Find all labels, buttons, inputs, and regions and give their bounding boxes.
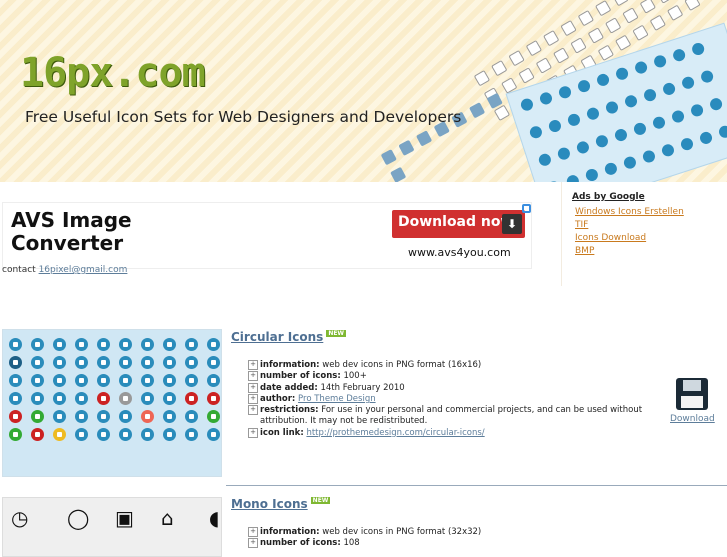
- contact-email-link[interactable]: 16pixel@gmail.com: [39, 265, 128, 275]
- home-icon: ⌂: [161, 506, 174, 530]
- new-badge: NEW: [310, 497, 331, 504]
- detail-label: number of icons:: [260, 538, 341, 549]
- mono-icons-preview[interactable]: ◷ ◯ ▣ ⌂ ◖: [2, 497, 222, 557]
- ad-download-button[interactable]: Download now ⬇: [392, 210, 525, 238]
- ads-link[interactable]: BMP: [575, 246, 594, 256]
- icon-set-list: Circular IconsNEW information: web dev i…: [0, 286, 727, 557]
- icon-set-details: information: web dev icons in PNG format…: [248, 360, 668, 439]
- detail-count: number of icons: 100+: [248, 371, 668, 382]
- detail-label: number of icons:: [260, 371, 341, 382]
- detail-label: author:: [260, 393, 296, 404]
- ads-link[interactable]: Icons Download: [575, 233, 646, 243]
- ads-by-google-heading[interactable]: Ads by Google: [572, 192, 645, 202]
- ad-url[interactable]: www.avs4you.com: [408, 246, 511, 259]
- clock-icon: ◷: [11, 506, 29, 530]
- adchoices-icon[interactable]: [522, 204, 531, 213]
- detail-icon-link: icon link: http://prothemedesign.com/cir…: [248, 427, 668, 439]
- detail-value: web dev icons in PNG format (16x16): [322, 360, 482, 370]
- icon-link[interactable]: http://prothemedesign.com/circular-icons…: [306, 428, 484, 438]
- detail-value: 14th February 2010: [320, 382, 405, 393]
- detail-value: 108: [343, 538, 360, 549]
- detail-label: restrictions:: [260, 405, 319, 416]
- detail-label: information:: [260, 360, 320, 370]
- download-box[interactable]: Download: [670, 378, 715, 424]
- lightbulb-icon: ◯: [67, 506, 90, 530]
- download-arrow-icon: ⬇: [502, 214, 522, 234]
- ad-download-label: Download now: [398, 214, 514, 230]
- contact-line: contact 16pixel@gmail.com: [2, 265, 127, 275]
- icon-set-title-link[interactable]: Circular Icons NEW: [231, 330, 347, 344]
- site-header: 16px.com Free Useful Icon Sets for Web D…: [0, 0, 727, 182]
- ads-by-google-panel: Ads by Google Windows Icons Erstellen TI…: [561, 182, 727, 286]
- ad-banner[interactable]: AVS Image Converter Download now ⬇ www.a…: [2, 202, 532, 269]
- detail-date: date added: 14th February 2010: [248, 382, 668, 394]
- icon-set-title[interactable]: Mono Icons: [231, 497, 308, 511]
- site-logo[interactable]: 16px.com: [20, 50, 206, 96]
- ads-link[interactable]: TIF: [575, 220, 588, 230]
- new-badge: NEW: [326, 330, 347, 337]
- entry-separator: [226, 485, 727, 486]
- shield-icon: ◖: [209, 506, 220, 530]
- floppy-disk-icon[interactable]: [676, 378, 708, 410]
- detail-value: web dev icons in PNG format (32x32): [322, 527, 482, 537]
- site-tagline: Free Useful Icon Sets for Web Designers …: [25, 108, 462, 126]
- ad-section: AVS Image Converter Download now ⬇ www.a…: [0, 182, 727, 286]
- detail-value: 100+: [343, 371, 367, 382]
- decorative-arrow-icons: [380, 89, 520, 182]
- detail-restrictions: restrictions: For use in your personal a…: [248, 405, 668, 428]
- detail-label: date added:: [260, 382, 318, 393]
- detail-information: information: web dev icons in PNG format…: [248, 360, 668, 371]
- circular-icons-preview[interactable]: [2, 329, 222, 477]
- cards-icon: ▣: [115, 506, 134, 530]
- detail-label: information:: [260, 527, 320, 537]
- ads-link[interactable]: Windows Icons Erstellen: [575, 207, 684, 217]
- download-link[interactable]: Download: [670, 414, 715, 424]
- icon-set-details: information: web dev icons in PNG format…: [248, 527, 668, 550]
- icon-set-title[interactable]: Circular Icons: [231, 330, 323, 344]
- contact-label: contact: [2, 265, 36, 275]
- icon-set-title-link[interactable]: Mono Icons NEW: [231, 497, 331, 511]
- detail-label: icon link:: [260, 427, 304, 438]
- detail-count: number of icons: 108: [248, 538, 668, 549]
- author-link[interactable]: Pro Theme Design: [298, 394, 376, 404]
- detail-author: author: Pro Theme Design: [248, 393, 668, 405]
- detail-information: information: web dev icons in PNG format…: [248, 527, 668, 538]
- ad-title[interactable]: AVS Image Converter: [11, 209, 141, 255]
